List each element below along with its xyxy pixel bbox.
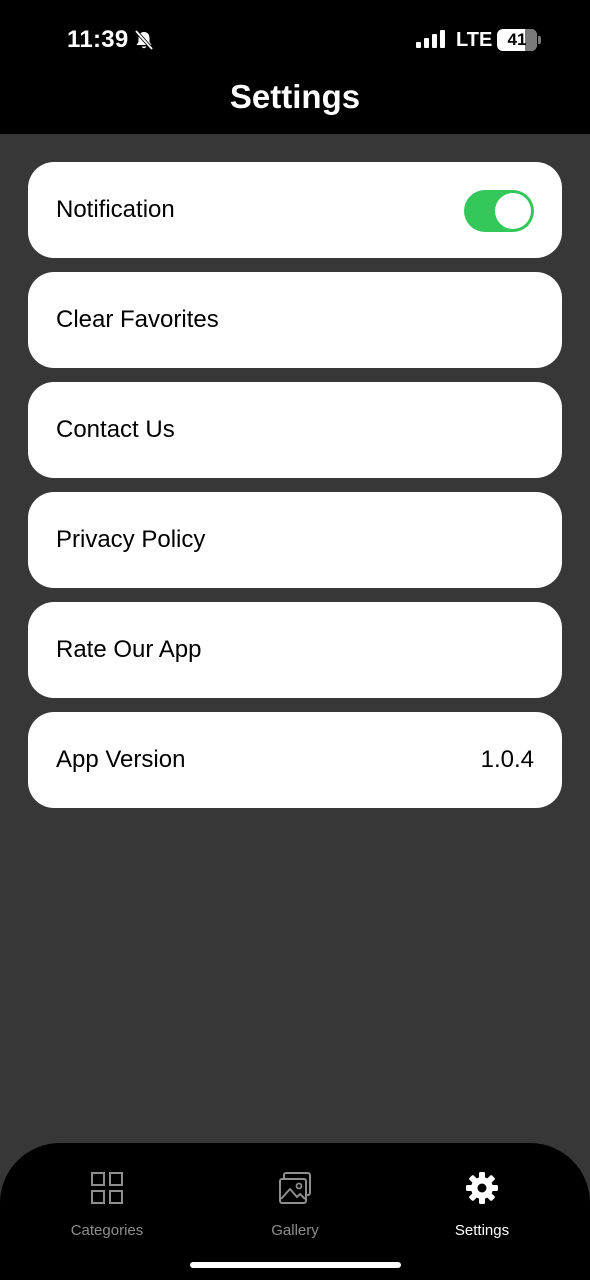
rate-app-label: Rate Our App — [56, 636, 202, 663]
settings-list: Notification Clear Favorites Contact Us … — [28, 162, 562, 822]
status-time: 11:39 — [67, 26, 129, 53]
contact-us-label: Contact Us — [56, 416, 175, 443]
toggle-knob — [495, 193, 531, 229]
battery-icon: 41 — [497, 29, 543, 51]
gear-icon — [466, 1172, 498, 1204]
signal-icon — [416, 30, 445, 48]
battery-level: 41 — [507, 30, 527, 49]
contact-us-button[interactable]: Contact Us — [28, 382, 562, 478]
tab-settings[interactable]: Settings — [384, 1143, 580, 1253]
rate-app-button[interactable]: Rate Our App — [28, 602, 562, 698]
tab-settings-label: Settings — [454, 1222, 510, 1239]
page-title: Settings — [229, 78, 361, 115]
image-icon — [279, 1172, 311, 1204]
home-indicator — [190, 1262, 401, 1268]
bell-slash-icon — [134, 29, 154, 51]
privacy-policy-label: Privacy Policy — [56, 526, 206, 553]
clear-favorites-label: Clear Favorites — [56, 306, 219, 333]
app-version-label: App Version — [56, 746, 186, 773]
tab-gallery-label: Gallery — [271, 1222, 319, 1239]
network-type: LTE — [456, 29, 493, 51]
tab-categories[interactable]: Categories — [9, 1143, 205, 1253]
notification-toggle[interactable] — [464, 190, 534, 232]
tab-categories-label: Categories — [70, 1222, 144, 1239]
clear-favorites-button[interactable]: Clear Favorites — [28, 272, 562, 368]
app-version-value: 1.0.4 — [480, 746, 534, 773]
status-bar: 11:39 LTE 41 — [0, 0, 590, 80]
notification-label: Notification — [56, 196, 175, 223]
app-version-row: App Version 1.0.4 — [28, 712, 562, 808]
privacy-policy-button[interactable]: Privacy Policy — [28, 492, 562, 588]
notification-row: Notification — [28, 162, 562, 258]
tab-bar: Categories Gallery Settings — [0, 1143, 590, 1280]
tab-gallery[interactable]: Gallery — [197, 1143, 393, 1253]
grid-icon — [91, 1172, 123, 1204]
